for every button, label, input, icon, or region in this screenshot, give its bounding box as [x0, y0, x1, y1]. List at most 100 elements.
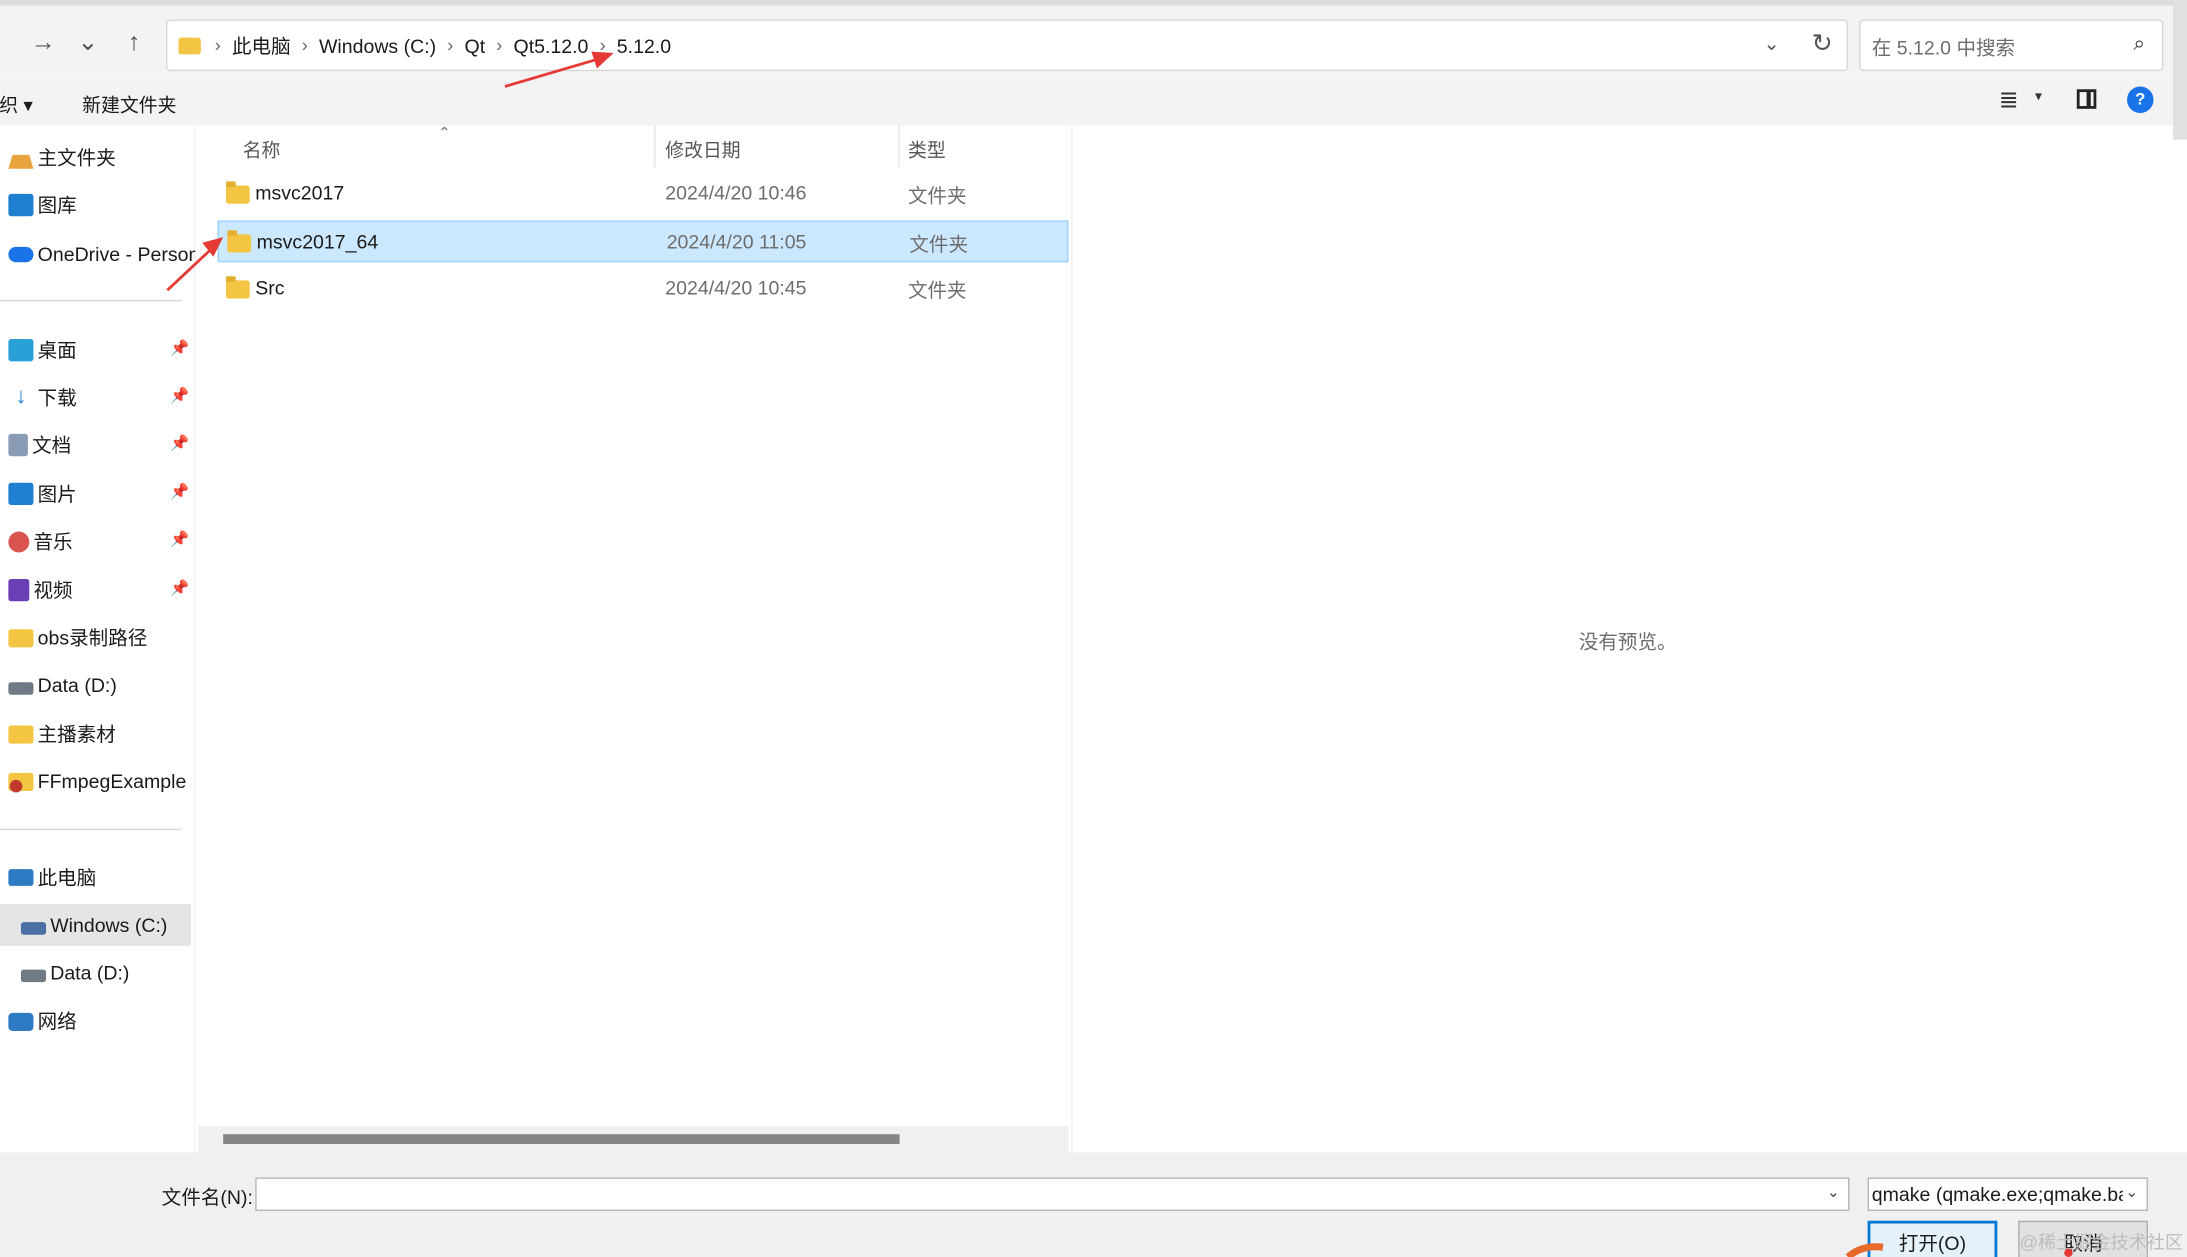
organize-menu-button[interactable]: 组织 ▾ [0, 89, 33, 117]
pictures-icon [8, 482, 34, 506]
sidebar-item-network[interactable]: 网络 [0, 1000, 195, 1042]
videos-icon [8, 578, 30, 602]
sidebar-item-pictures[interactable]: 图片 📌 [0, 473, 195, 515]
folder-icon [227, 230, 252, 253]
address-history-dropdown-icon[interactable]: ⌄ [1763, 32, 1779, 56]
sidebar-item-label: 主播素材 [37, 722, 116, 745]
sidebar-item-anchor-assets[interactable]: 主播素材 [0, 713, 195, 755]
file-name: msvc2017 [255, 181, 345, 204]
file-modified: 2024/4/20 10:46 [665, 181, 807, 204]
pin-icon[interactable]: 📌 [170, 483, 189, 501]
breadcrumb-windows-c[interactable]: Windows (C:) [319, 34, 436, 56]
view-dropdown-icon[interactable]: ▾ [2035, 89, 2042, 104]
pin-icon[interactable]: 📌 [170, 386, 189, 405]
breadcrumb-qt5-12-0[interactable]: Qt5.12.0 [514, 34, 589, 56]
sidebar-item-label: 下载 [37, 386, 77, 409]
watermark: @稀土掘金技术社区 [2019, 1231, 2184, 1253]
sidebar-item-onedrive[interactable]: OneDrive - Personal [0, 233, 195, 275]
breadcrumb-separator-icon: › [447, 34, 454, 56]
breadcrumb-separator-icon: › [599, 34, 606, 56]
file-type: 文件夹 [907, 279, 967, 302]
sidebar-item-data-d[interactable]: Data (D:) [0, 664, 195, 706]
refresh-icon[interactable]: ↻ [1812, 29, 1833, 58]
column-header-name[interactable]: 名称 [243, 134, 281, 162]
open-button[interactable]: 打开(O) [1867, 1220, 1998, 1257]
folder-icon [178, 36, 201, 54]
drive-icon [20, 968, 47, 982]
file-list: ⌃ 名称 修改日期 类型 msvc2017 2024/4/20 10:46 文件… [198, 125, 1069, 1153]
breadcrumb-this-pc[interactable]: 此电脑 [232, 31, 291, 59]
folder-icon [225, 276, 250, 299]
sidebar-divider [0, 828, 182, 831]
new-folder-button[interactable]: 新建文件夹 [82, 89, 176, 117]
horizontal-scrollbar[interactable] [198, 1125, 1069, 1153]
chevron-down-icon[interactable]: ⌄ [1827, 1183, 1840, 1201]
download-icon: ↓ [15, 385, 27, 409]
file-type-value: qmake (qmake.exe;qmake.ba [1871, 1183, 2130, 1206]
pin-icon[interactable]: 📌 [170, 579, 189, 597]
sidebar-item-gallery[interactable]: 图库 [0, 184, 195, 226]
file-name: Src [255, 276, 285, 299]
vertical-scrollbar[interactable] [2173, 0, 2187, 140]
preview-pane: 没有预览。 [1071, 125, 2174, 1153]
up-arrow-icon: ↑ [127, 27, 141, 56]
navigation-pane: 主文件夹 图库 OneDrive - Personal 桌面 📌 ↓ 下载 📌 … [0, 125, 196, 1153]
column-header-modified[interactable]: 修改日期 [665, 134, 740, 162]
sidebar-item-this-pc[interactable]: 此电脑 [0, 857, 195, 899]
file-modified: 2024/4/20 11:05 [666, 230, 807, 253]
command-bar: 组织 ▾ 新建文件夹 ≣ ▾ ? [0, 78, 2187, 126]
pin-icon[interactable]: 📌 [170, 530, 189, 549]
up-button[interactable]: ↑ [114, 22, 153, 61]
drive-icon [8, 681, 34, 695]
home-icon [8, 146, 34, 169]
help-icon[interactable]: ? [2127, 86, 2154, 114]
desktop-icon [8, 339, 34, 362]
sidebar-item-ffmpegexample[interactable]: FFmpegExample [0, 760, 195, 802]
sidebar-item-desktop[interactable]: 桌面 📌 [0, 329, 195, 371]
file-type-select[interactable]: qmake (qmake.exe;qmake.ba ⌄ [1867, 1177, 2148, 1211]
sidebar-item-music[interactable]: 音乐 📌 [0, 520, 195, 562]
search-icon: ⌕ [2133, 32, 2146, 56]
documents-icon [8, 433, 28, 457]
chevron-down-icon[interactable]: ⌄ [2122, 1183, 2139, 1202]
file-row-selected[interactable]: msvc2017_64 2024/4/20 11:05 文件夹 [217, 220, 1069, 263]
file-row[interactable]: msvc2017 2024/4/20 10:46 文件夹 [218, 173, 1069, 215]
scrollbar-thumb[interactable] [223, 1134, 900, 1144]
sidebar-item-label: 主文件夹 [37, 146, 116, 169]
breadcrumb-separator-icon: › [214, 34, 221, 56]
search-input[interactable]: 在 5.12.0 中搜索 ⌕ [1859, 19, 2164, 72]
file-name: msvc2017_64 [256, 230, 379, 253]
file-row[interactable]: Src 2024/4/20 10:45 文件夹 [218, 268, 1069, 310]
sidebar-item-obs-folder[interactable]: obs录制路径 [0, 617, 195, 659]
no-preview-message: 没有预览。 [1578, 630, 1677, 653]
breadcrumb-qt[interactable]: Qt [465, 34, 486, 56]
sidebar-item-downloads[interactable]: ↓ 下载 📌 [0, 377, 195, 419]
filename-input[interactable]: ⌄ [255, 1177, 1850, 1211]
sidebar-item-label: 此电脑 [37, 866, 97, 889]
sidebar-item-home[interactable]: 主文件夹 [0, 137, 195, 179]
sort-ascending-icon: ⌃ [437, 125, 451, 143]
column-divider[interactable] [898, 125, 900, 168]
recent-locations-button[interactable]: ⌄ [68, 22, 107, 61]
sidebar-item-data-d-drive[interactable]: Data (D:) [0, 951, 195, 993]
sidebar-item-videos[interactable]: 视频 📌 [0, 569, 195, 611]
breadcrumb-5-12-0[interactable]: 5.12.0 [617, 34, 671, 56]
sidebar-item-label: obs录制路径 [37, 626, 148, 649]
sidebar-item-label: 图库 [37, 193, 77, 217]
sidebar-item-documents[interactable]: 文档 📌 [0, 424, 195, 466]
preview-pane-icon[interactable] [2076, 89, 2097, 109]
sidebar-item-label: 桌面 [37, 339, 77, 362]
forward-button[interactable]: → [24, 22, 63, 61]
pin-icon[interactable]: 📌 [170, 434, 189, 452]
network-icon [8, 1012, 34, 1031]
sidebar-item-windows-c[interactable]: Windows (C:) [0, 904, 192, 946]
drive-icon [20, 921, 47, 935]
sidebar-item-label: 图片 [37, 482, 77, 506]
view-options-icon[interactable]: ≣ [1999, 86, 2019, 114]
search-placeholder: 在 5.12.0 中搜索 [1871, 36, 2016, 59]
onedrive-icon [8, 246, 34, 262]
column-divider[interactable] [654, 125, 656, 168]
address-bar[interactable]: › 此电脑 › Windows (C:) › Qt › Qt5.12.0 › 5… [165, 19, 1849, 72]
pin-icon[interactable]: 📌 [170, 339, 189, 357]
column-header-type[interactable]: 类型 [908, 134, 946, 162]
